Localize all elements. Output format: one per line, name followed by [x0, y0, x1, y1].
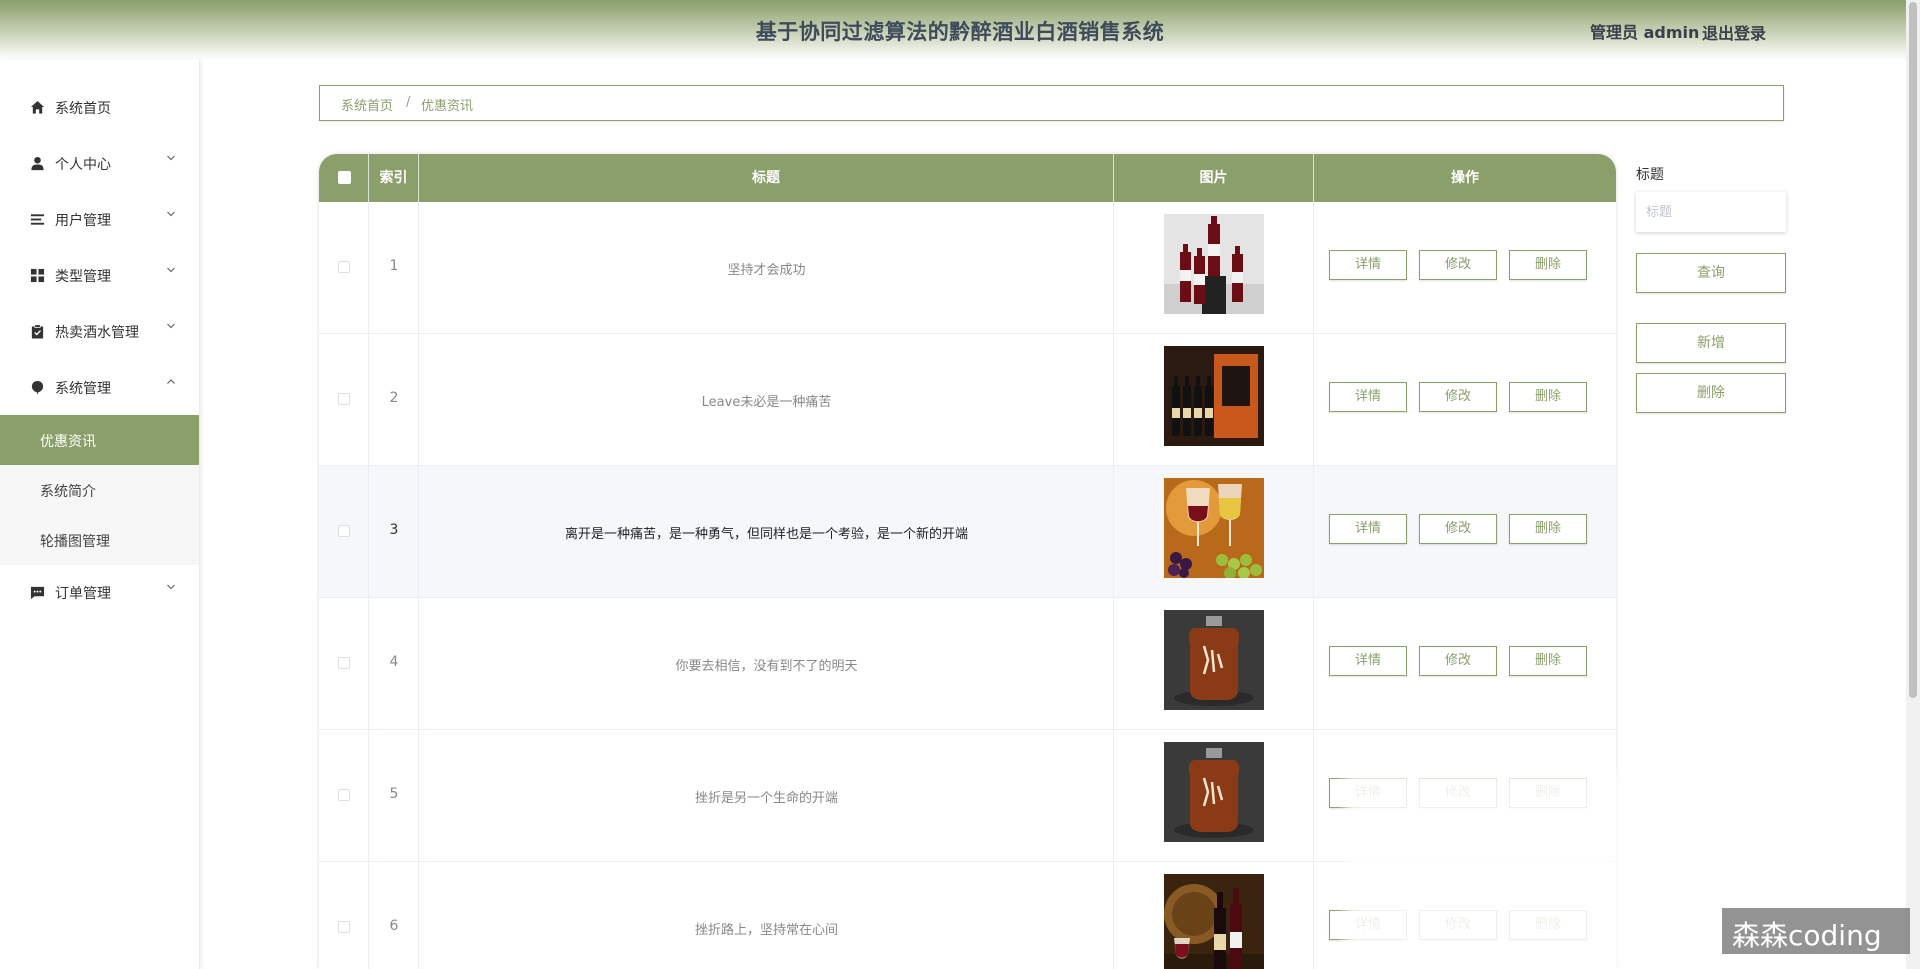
select-all-checkbox[interactable] — [338, 171, 351, 184]
page-scrollbar-thumb[interactable] — [1909, 2, 1917, 698]
logout-link[interactable]: 退出登录 — [1702, 20, 1766, 44]
grid-icon — [30, 268, 45, 283]
watermark: 森森coding — [1722, 908, 1910, 954]
edit-button[interactable]: 修改 — [1419, 514, 1497, 544]
row-title: 坚持才会成功 — [727, 263, 806, 278]
sidebar-item-label: 个人中心 — [55, 157, 111, 173]
chevron-down-icon — [167, 584, 175, 590]
sidebar-item-types[interactable]: 类型管理 — [0, 248, 199, 304]
search-title-label: 标题 — [1636, 167, 1664, 183]
sidebar-item-label: 订单管理 — [55, 586, 111, 602]
breadcrumb-home-link[interactable]: 系统首页 — [341, 95, 393, 114]
list-icon — [30, 214, 45, 225]
sidebar-item-label: 用户管理 — [55, 213, 111, 229]
row-checkbox[interactable] — [338, 393, 350, 405]
sidebar: 系统首页 个人中心 用户管理 类型管理 热卖酒水管理 系统管理 优惠资讯 系统简… — [0, 60, 200, 969]
row-checkbox[interactable] — [338, 921, 350, 933]
submenu-item-promotions[interactable]: 优惠资讯 — [0, 415, 199, 465]
wine-glasses-grapes-image — [1164, 478, 1264, 578]
wine-cellar-image — [1164, 874, 1264, 969]
row-index: 2 — [389, 390, 399, 406]
edit-button[interactable]: 修改 — [1419, 250, 1497, 280]
row-title: Leave未必是一种痛苦 — [701, 395, 832, 410]
balloon-icon — [31, 380, 44, 395]
row-checkbox[interactable] — [338, 525, 350, 537]
submenu-item-carousel[interactable]: 轮播图管理 — [0, 515, 199, 565]
table-row: 4 你要去相信，没有到不了的明天 详情 修改 删除 — [319, 598, 1616, 730]
delete-button[interactable]: 删除 — [1509, 646, 1587, 676]
sidebar-item-label: 系统管理 — [55, 381, 111, 397]
detail-button[interactable]: 详情 — [1329, 250, 1407, 280]
wine-gift-box-image — [1164, 346, 1264, 446]
watermark-text: 森森coding — [1732, 919, 1882, 952]
row-title: 挫折路上，坚持常在心间 — [694, 923, 838, 938]
table-row: 3 离开是一种痛苦，是一种勇气，但同样也是一个考验，是一个新的开端 详情 修改 … — [319, 466, 1616, 598]
system-submenu: 优惠资讯 系统简介 轮播图管理 — [0, 415, 199, 565]
row-title: 挫折是另一个生命的开端 — [694, 791, 838, 806]
detail-button[interactable]: 详情 — [1329, 646, 1407, 676]
liquor-jar-image — [1164, 742, 1264, 842]
delete-button[interactable]: 删除 — [1509, 250, 1587, 280]
row-index: 3 — [389, 522, 399, 538]
row-checkbox[interactable] — [338, 657, 350, 669]
chevron-down-icon — [167, 211, 175, 217]
red-wine-bottles-image — [1164, 214, 1264, 314]
clipboard-icon — [31, 324, 44, 339]
breadcrumb: 系统首页 / 优惠资讯 — [319, 85, 1784, 121]
table-row: 1 坚持才会成功 详情 修改 删除 — [319, 202, 1616, 334]
batch-delete-button[interactable]: 删除 — [1636, 373, 1786, 413]
submenu-item-label: 轮播图管理 — [40, 534, 110, 550]
column-header-title: 标题 — [419, 154, 1114, 202]
edit-button[interactable]: 修改 — [1419, 646, 1497, 676]
chat-icon — [30, 586, 45, 600]
detail-button[interactable]: 详情 — [1329, 514, 1407, 544]
sidebar-item-label: 系统首页 — [55, 101, 111, 117]
sidebar-item-profile[interactable]: 个人中心 — [0, 136, 199, 192]
add-button[interactable]: 新增 — [1636, 323, 1786, 363]
row-index: 4 — [389, 654, 399, 670]
row-title: 你要去相信，没有到不了的明天 — [675, 659, 858, 674]
submenu-item-label: 优惠资讯 — [40, 434, 96, 450]
submenu-item-intro[interactable]: 系统简介 — [0, 465, 199, 515]
breadcrumb-current: 优惠资讯 — [421, 99, 474, 114]
row-checkbox[interactable] — [338, 789, 350, 801]
breadcrumb-separator: / — [406, 95, 411, 110]
sidebar-item-users[interactable]: 用户管理 — [0, 192, 199, 248]
submenu-item-label: 系统简介 — [40, 484, 96, 500]
row-index: 5 — [389, 786, 399, 802]
delete-button[interactable]: 删除 — [1509, 514, 1587, 544]
current-user: 管理员 admin — [1590, 23, 1700, 42]
select-all-cell — [319, 154, 369, 202]
column-header-image: 图片 — [1114, 154, 1314, 202]
delete-button[interactable]: 删除 — [1509, 382, 1587, 412]
row-index: 1 — [389, 258, 399, 274]
chevron-down-icon — [167, 267, 175, 273]
column-header-index: 索引 — [369, 154, 419, 202]
sidebar-item-orders[interactable]: 订单管理 — [0, 565, 199, 621]
row-title: 离开是一种痛苦，是一种勇气，但同样也是一个考验，是一个新的开端 — [564, 527, 968, 542]
detail-button[interactable]: 详情 — [1329, 382, 1407, 412]
edit-button[interactable]: 修改 — [1419, 382, 1497, 412]
row-checkbox[interactable] — [338, 261, 350, 273]
table-header: 索引 标题 图片 操作 — [319, 154, 1616, 202]
search-title-input[interactable] — [1636, 192, 1786, 232]
sidebar-item-home[interactable]: 系统首页 — [0, 80, 199, 136]
chevron-down-icon — [167, 323, 175, 329]
sidebar-item-system[interactable]: 系统管理 — [0, 360, 199, 416]
home-icon — [30, 100, 45, 114]
sidebar-item-hot-drinks[interactable]: 热卖酒水管理 — [0, 304, 199, 360]
table-row: 2 Leave未必是一种痛苦 详情 修改 删除 — [319, 334, 1616, 466]
liquor-jar-image — [1164, 610, 1264, 710]
user-icon — [31, 156, 44, 171]
sidebar-item-label: 类型管理 — [55, 269, 111, 285]
chevron-down-icon — [167, 155, 175, 161]
sidebar-item-label: 热卖酒水管理 — [55, 325, 139, 341]
query-button[interactable]: 查询 — [1636, 253, 1786, 293]
row-index: 6 — [389, 918, 399, 934]
top-header: 基于协同过滤算法的黔醉酒业白酒销售系统 管理员 admin 退出登录 — [0, 0, 1920, 60]
column-header-actions: 操作 — [1451, 170, 1479, 186]
blurred-overlay — [1345, 772, 1620, 969]
chevron-up-icon — [167, 379, 175, 384]
